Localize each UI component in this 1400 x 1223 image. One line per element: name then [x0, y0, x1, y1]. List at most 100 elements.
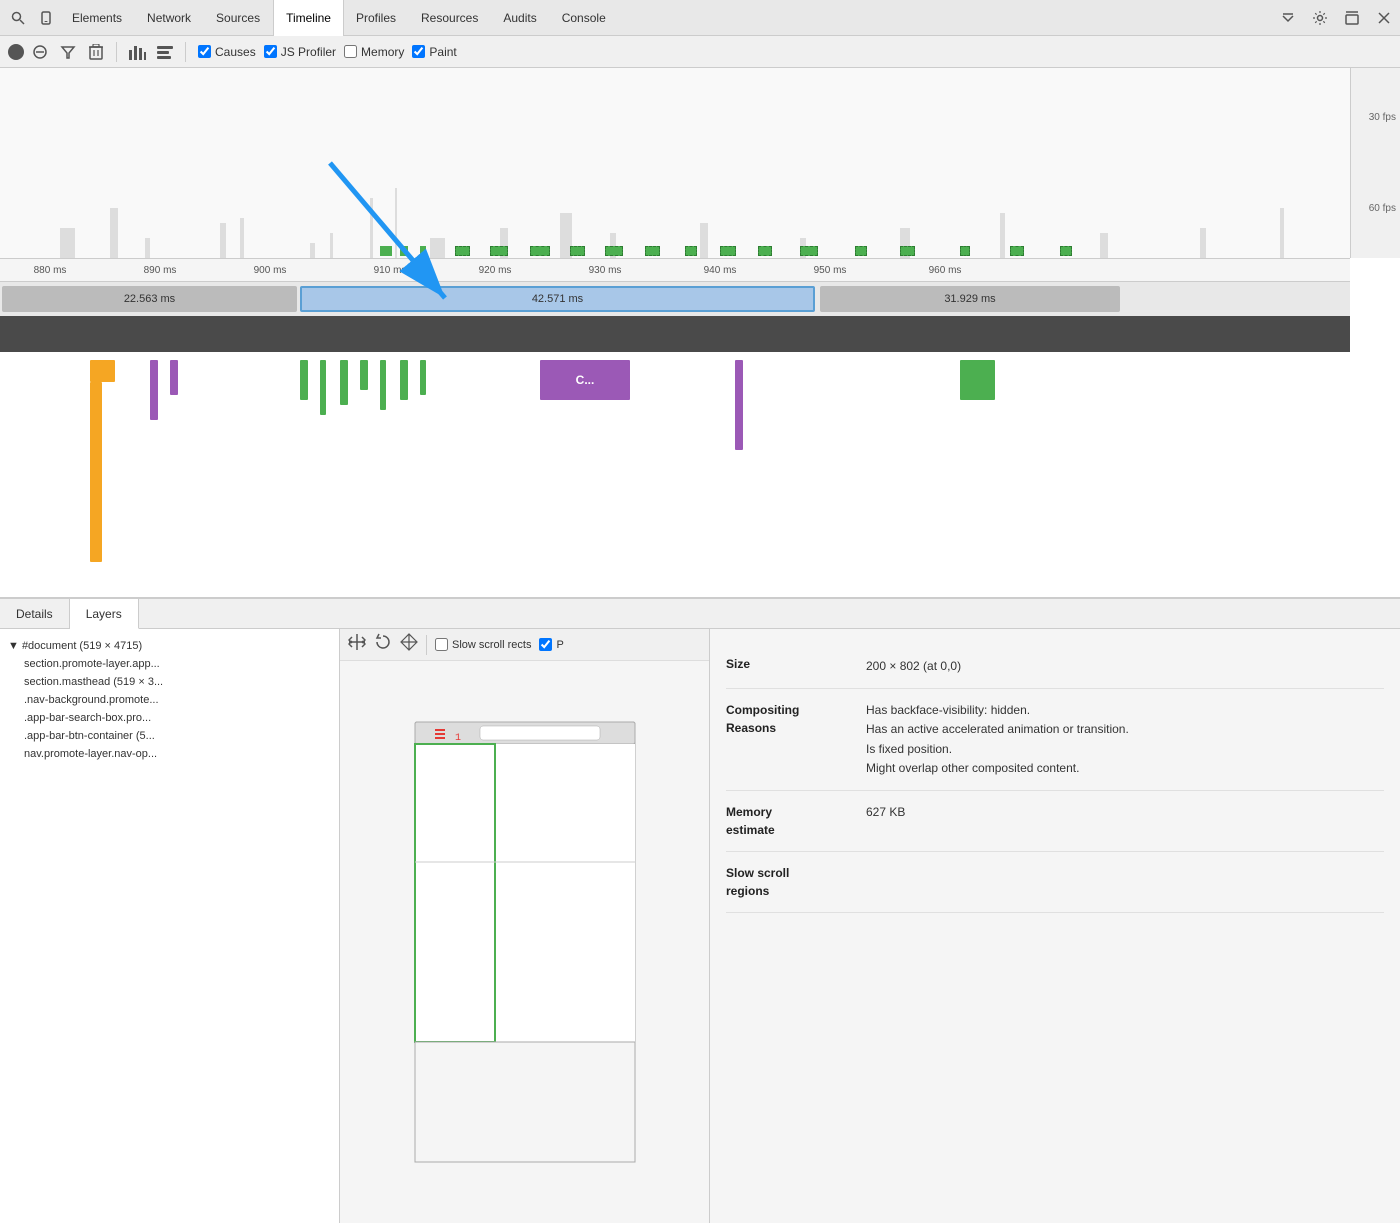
timeline-toolbar: Causes JS Profiler Memory Paint: [0, 36, 1400, 68]
green-bar: [685, 246, 697, 256]
scroll-row: Slow scroll regions: [726, 852, 1384, 913]
record-button[interactable]: [8, 44, 24, 60]
panel-tabs: Details Layers: [0, 599, 1400, 629]
mini-bar: [240, 218, 244, 258]
settings-icon[interactable]: [1308, 6, 1332, 30]
move-icon[interactable]: [400, 633, 418, 656]
trash-button[interactable]: [84, 40, 108, 64]
tree-item-1[interactable]: section.promote-layer.app...: [0, 655, 339, 673]
flame-chart-icon[interactable]: [153, 40, 177, 64]
tab-layers[interactable]: Layers: [70, 599, 139, 629]
expand-icon[interactable]: [1276, 6, 1300, 30]
mini-bars-area: [0, 158, 1350, 258]
timeline-container: 30 fps 60 fps 880 ms 890 ms 900 ms 910 m…: [0, 68, 1400, 598]
tree-item-document[interactable]: ▼ #document (519 × 4715): [0, 637, 339, 655]
paint-checkbox[interactable]: Paint: [412, 45, 456, 59]
tree-item-3[interactable]: .nav-background.promote...: [0, 691, 339, 709]
fps-30-label: 30 fps: [1355, 112, 1396, 123]
causes-checkbox[interactable]: Causes: [198, 45, 256, 59]
compositing-label: Compositing Reasons: [726, 701, 866, 737]
mini-bar: [145, 238, 150, 258]
info-panel: Size 200 × 802 (at 0,0) Compositing Reas…: [710, 629, 1400, 1223]
tab-network[interactable]: Network: [135, 0, 204, 36]
filter-button[interactable]: [56, 40, 80, 64]
green-bar: [1010, 246, 1024, 256]
compositing-value: Has backface-visibility: hidden. Has an …: [866, 701, 1384, 778]
time-890: 890 ms: [144, 265, 177, 276]
activity-area: C...: [0, 352, 1350, 597]
tab-timeline[interactable]: Timeline: [273, 0, 344, 36]
mini-bar: [1280, 208, 1284, 258]
panel-content: ▼ #document (519 × 4715) section.promote…: [0, 629, 1400, 1223]
tab-profiles[interactable]: Profiles: [344, 0, 409, 36]
bar-chart-icon[interactable]: [125, 40, 149, 64]
tab-details[interactable]: Details: [0, 599, 70, 629]
activity-green-7: [420, 360, 426, 395]
green-bar: [1060, 246, 1072, 256]
layer-diagram-svg: 1: [385, 712, 665, 1172]
mini-bar: [330, 233, 333, 258]
undock-icon[interactable]: [1340, 6, 1364, 30]
tree-item-4[interactable]: .app-bar-search-box.pro...: [0, 709, 339, 727]
svg-text:1: 1: [455, 733, 461, 744]
green-bar: [570, 246, 585, 256]
green-bar: [960, 246, 970, 256]
mini-bar: [430, 238, 445, 258]
memory-checkbox[interactable]: Memory: [344, 45, 404, 59]
close-icon[interactable]: [1372, 6, 1396, 30]
mini-bar: [395, 188, 397, 258]
activity-purple-1: [150, 360, 158, 420]
activity-green-right: [960, 360, 995, 400]
timeline-bars: 22.563 ms 42.571 ms 31.929 ms: [0, 282, 1350, 316]
green-bar: [758, 246, 772, 256]
green-bar: [645, 246, 660, 256]
mini-bar: [110, 208, 118, 258]
time-880: 880 ms: [34, 265, 67, 276]
tree-item-2[interactable]: section.masthead (519 × 3...: [0, 673, 339, 691]
time-940: 940 ms: [704, 265, 737, 276]
time-960: 960 ms: [929, 265, 962, 276]
green-bar: [400, 246, 408, 256]
time-920: 920 ms: [479, 265, 512, 276]
search-icon[interactable]: [4, 4, 32, 32]
activity-green-6: [400, 360, 408, 400]
time-ruler: 880 ms 890 ms 900 ms 910 ms 920 ms 930 m…: [0, 258, 1350, 282]
tab-sources[interactable]: Sources: [204, 0, 273, 36]
layer-tree-panel: ▼ #document (519 × 4715) section.promote…: [0, 629, 340, 1223]
paint-p-checkbox[interactable]: P: [539, 638, 563, 651]
green-bar: [855, 246, 867, 256]
green-bar: [800, 246, 818, 256]
size-value: 200 × 802 (at 0,0): [866, 657, 1384, 676]
mini-bar: [310, 243, 315, 258]
tab-elements[interactable]: Elements: [60, 0, 135, 36]
tab-audits[interactable]: Audits: [491, 0, 549, 36]
frame-bar-right[interactable]: 31.929 ms: [820, 286, 1120, 312]
frame-bar-center[interactable]: 42.571 ms: [300, 286, 815, 312]
js-profiler-checkbox[interactable]: JS Profiler: [264, 45, 336, 59]
frame-bar-left[interactable]: 22.563 ms: [2, 286, 297, 312]
mini-bar: [370, 198, 373, 258]
activity-purple-right: [735, 360, 743, 450]
activity-purple-2: [170, 360, 178, 395]
tree-item-6[interactable]: nav.promote-layer.nav-op...: [0, 745, 339, 763]
slow-scroll-checkbox[interactable]: Slow scroll rects: [435, 638, 531, 651]
activity-green-3: [340, 360, 348, 405]
rotate-icon[interactable]: [374, 633, 392, 656]
tab-resources[interactable]: Resources: [409, 0, 491, 36]
layer-preview-toolbar: Slow scroll rects P: [340, 629, 709, 661]
fps-labels: 30 fps 60 fps: [1350, 68, 1400, 258]
tab-console[interactable]: Console: [550, 0, 619, 36]
green-bar: [900, 246, 915, 256]
mini-bar: [1000, 213, 1005, 258]
tree-item-5[interactable]: .app-bar-btn-container (5...: [0, 727, 339, 745]
activity-green-5: [380, 360, 386, 410]
green-bar: [720, 246, 736, 256]
memory-row: Memory estimate 627 KB: [726, 791, 1384, 852]
toolbar-separator-1: [116, 42, 117, 62]
clear-button[interactable]: [28, 40, 52, 64]
mobile-icon[interactable]: [32, 4, 60, 32]
toolbar-separator-2: [185, 42, 186, 62]
pan-icon[interactable]: [348, 633, 366, 656]
green-bar: [455, 246, 470, 256]
green-bar: [530, 246, 550, 256]
